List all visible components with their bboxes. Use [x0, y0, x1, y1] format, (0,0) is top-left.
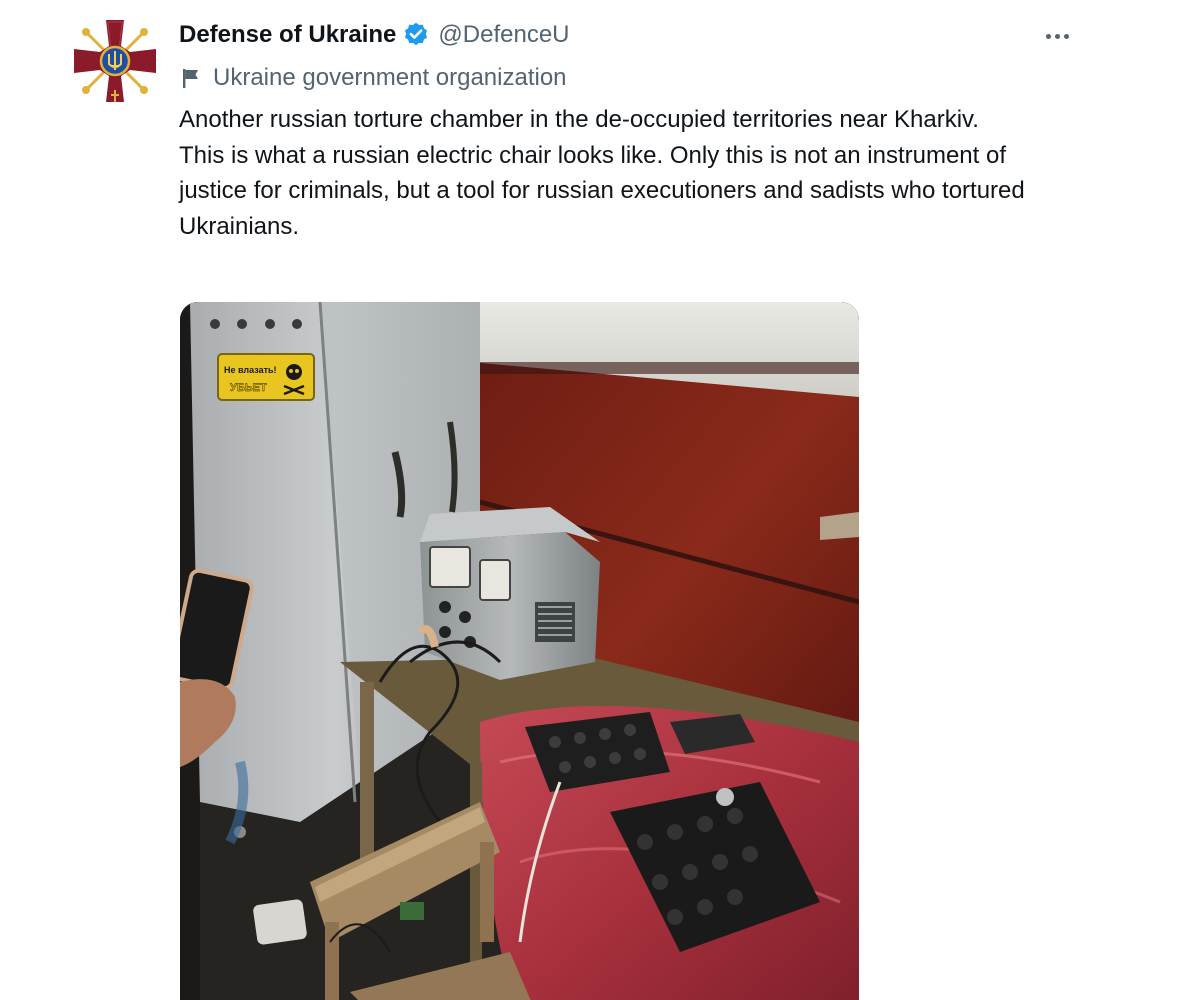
flag-icon: [181, 67, 203, 89]
tweet-text-line: This is what a russian electric chair lo…: [179, 141, 1025, 240]
affiliation-text[interactable]: Ukraine government organization: [213, 64, 567, 92]
military-cross-emblem-icon: [74, 20, 156, 102]
tweet-card: Defense of Ukraine @DefenceU Ukraine gov…: [0, 0, 1186, 1000]
warning-sign-subtext: УБЬЕТ: [230, 382, 267, 394]
tweet-header: Defense of Ukraine @DefenceU: [179, 18, 570, 52]
warning-sign-text: Не влазать!: [224, 365, 277, 375]
more-icon-dot: [1063, 33, 1069, 39]
warning-sign: Не влазать! УБЬЕТ: [217, 353, 315, 401]
display-name[interactable]: Defense of Ukraine: [179, 21, 396, 49]
more-button[interactable]: [1040, 22, 1074, 50]
tweet-media-photo[interactable]: Не влазать! УБЬЕТ: [180, 302, 859, 1000]
meter-device: [420, 507, 600, 680]
photo-electric-chair: Не влазать! УБЬЕТ: [180, 302, 859, 1000]
more-icon: [1045, 33, 1051, 39]
avatar[interactable]: [72, 18, 158, 104]
verified-badge-icon: [402, 21, 430, 49]
tweet-text-line: Another russian torture chamber in the d…: [179, 106, 979, 133]
affiliation-label: Ukraine government organization: [181, 62, 567, 94]
handle[interactable]: @DefenceU: [438, 21, 569, 49]
tweet-text: Another russian torture chamber in the d…: [179, 102, 1079, 244]
more-icon-dot: [1054, 33, 1060, 39]
